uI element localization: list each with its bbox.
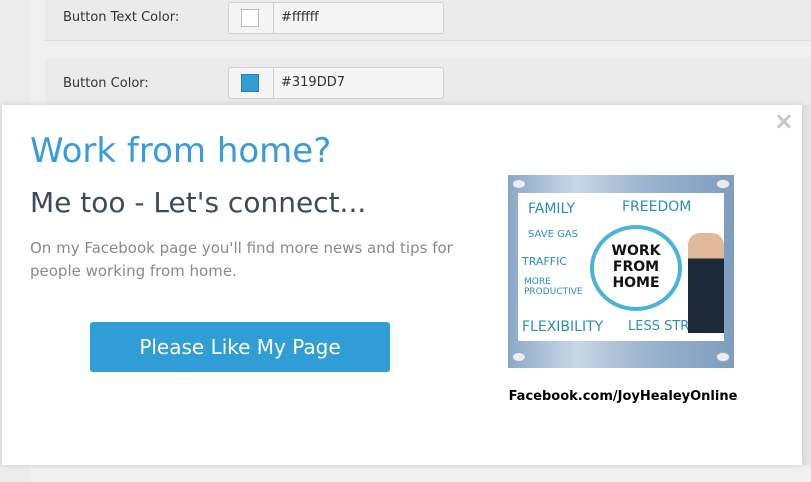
setting-label: Button Text Color: (63, 10, 180, 25)
work-from-home-image[interactable]: FAMILY FREEDOM SAVE GAS TRAFFIC MORE PRO… (508, 175, 734, 368)
screw-icon (512, 179, 526, 189)
color-swatch (241, 9, 259, 27)
like-page-button[interactable]: Please Like My Page (90, 322, 390, 372)
promo-inner-panel: FAMILY FREEDOM SAVE GAS TRAFFIC MORE PRO… (518, 193, 724, 341)
close-icon[interactable]: × (774, 109, 794, 133)
image-word: SAVE GAS (528, 229, 579, 240)
screw-icon (512, 352, 526, 362)
image-word: FREEDOM (622, 199, 692, 215)
popup-headline: Work from home? (30, 131, 332, 171)
image-word: TRAFFIC (522, 255, 568, 268)
popup-modal: × Work from home? Me too - Let's connect… (2, 105, 802, 465)
hand-illustration (688, 233, 724, 333)
setting-row-button-color: Button Color: #319DD7 (45, 58, 811, 106)
popup-description: On my Facebook page you'll find more new… (30, 239, 453, 280)
screw-icon (716, 352, 730, 362)
button-color-field[interactable]: #319DD7 (228, 67, 444, 99)
color-picker-toggle[interactable] (229, 68, 274, 98)
button-text-color-field[interactable]: #ffffff (228, 2, 444, 34)
image-center-text: WORK FROM HOME (611, 243, 661, 291)
popup-subheadline: Me too - Let's connect... (30, 186, 367, 219)
setting-label: Button Color: (63, 76, 149, 91)
screw-icon (716, 179, 730, 189)
color-picker-toggle[interactable] (229, 3, 274, 33)
setting-row-button-text-color: Button Text Color: #ffffff (45, 0, 811, 41)
color-value: #319DD7 (281, 75, 345, 90)
color-swatch (241, 74, 259, 92)
image-word: FAMILY (528, 201, 576, 217)
image-word: MORE PRODUCTIVE (524, 277, 583, 297)
image-word: FLEXIBILITY (522, 319, 604, 335)
center-circle: WORK FROM HOME (590, 225, 682, 311)
facebook-url[interactable]: Facebook.com/JoyHealeyOnline (505, 389, 741, 404)
color-value: #ffffff (281, 10, 319, 25)
